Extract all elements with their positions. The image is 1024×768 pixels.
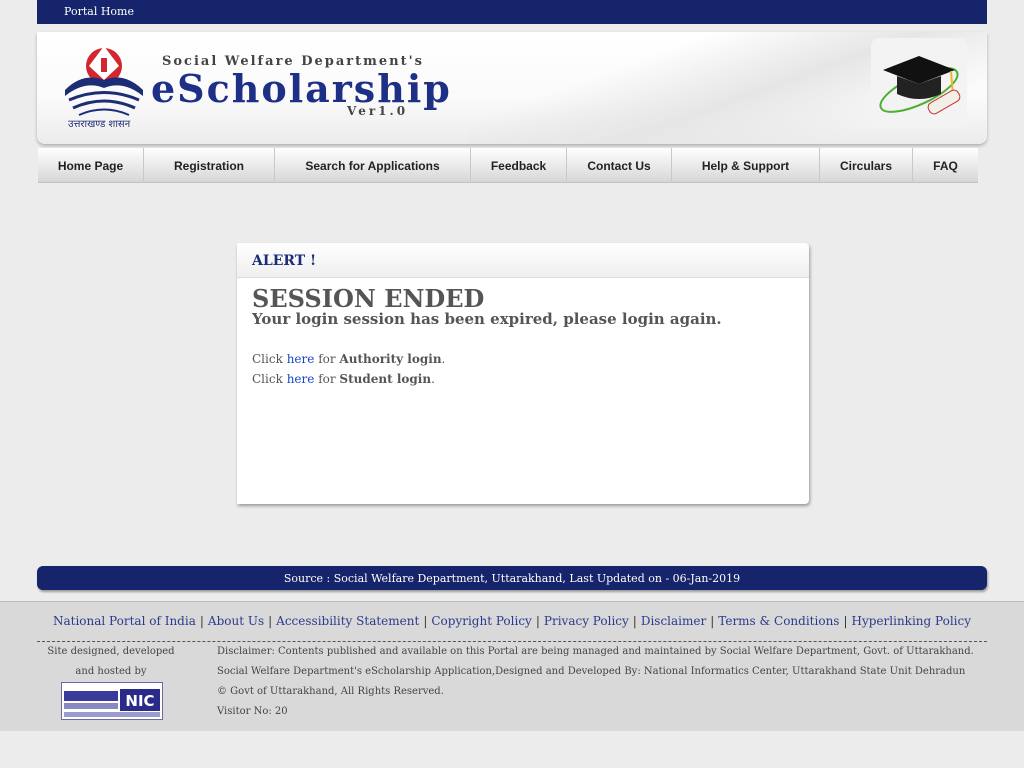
alert-header xyxy=(237,243,809,278)
student-period: . xyxy=(431,372,435,386)
nic-logo-text: NIC xyxy=(125,692,154,710)
footer-link-about-us[interactable]: About Us xyxy=(208,614,264,628)
alert-title: ALERT ! xyxy=(252,253,317,269)
authority-period: . xyxy=(441,352,446,366)
footer-link-terms[interactable]: Terms & Conditions xyxy=(718,614,839,628)
footer-link-copyright[interactable]: Copyright Policy xyxy=(431,614,531,628)
main-nav: Home Page Registration Search for Applic… xyxy=(38,148,978,183)
footer-link-national-portal[interactable]: National Portal of India xyxy=(53,614,196,628)
authority-login-label: Authority login xyxy=(339,352,442,366)
source-text: Source : Social Welfare Department, Utta… xyxy=(283,571,741,585)
portal-home-link[interactable]: Portal Home xyxy=(64,5,134,18)
footer-links: National Portal of India | About Us | Access… xyxy=(0,614,1024,628)
footer-divider xyxy=(37,641,987,642)
footer-separator: | xyxy=(710,614,715,628)
nav-registration[interactable]: Registration xyxy=(144,148,275,183)
footer-separator: | xyxy=(632,614,637,628)
authority-for-text: for xyxy=(318,352,336,366)
designed-by-line1: Site designed, developed xyxy=(47,646,175,657)
disclaimer-text: Disclaimer: Contents published and avail… xyxy=(217,646,974,657)
student-click-text: Click xyxy=(252,372,283,386)
student-login-link[interactable]: here xyxy=(287,372,315,386)
footer-link-accessibility[interactable]: Accessibility Statement xyxy=(276,614,419,628)
nav-faq[interactable]: FAQ xyxy=(913,148,978,183)
visitor-count: Visitor No: 20 xyxy=(217,706,288,717)
source-bar: Source : Social Welfare Department, Utta… xyxy=(37,566,987,590)
student-login-label: Student login xyxy=(339,372,432,386)
nav-contact-us[interactable]: Contact Us xyxy=(567,148,672,183)
footer-link-hyperlinking[interactable]: Hyperlinking Policy xyxy=(852,614,972,628)
student-for-text: for xyxy=(318,372,336,386)
footer-separator: | xyxy=(535,614,540,628)
footer-link-disclaimer[interactable]: Disclaimer xyxy=(641,614,706,628)
footer-link-privacy[interactable]: Privacy Policy xyxy=(544,614,629,628)
nic-logo[interactable]: NIC xyxy=(61,682,163,720)
designed-by-line2: and hosted by xyxy=(75,666,147,677)
student-login-line: Click here for Student login. xyxy=(252,372,435,386)
top-bar: Portal Home xyxy=(37,0,987,24)
footer-separator: | xyxy=(843,614,848,628)
nav-search-applications[interactable]: Search for Applications xyxy=(275,148,471,183)
session-expired-message: Your login session has been expired, ple… xyxy=(252,310,722,328)
session-alert-box: ALERT ! SESSION ENDED Your login session… xyxy=(237,243,809,504)
authority-login-link[interactable]: here xyxy=(287,352,315,366)
footer-separator: | xyxy=(423,614,428,628)
header-banner: उत्तराखण्ड शासन Social Welfare Departmen… xyxy=(37,32,987,144)
copyright-text: © Govt of Uttarakhand, All Rights Reserv… xyxy=(217,686,444,697)
version-label: Ver1.0 xyxy=(347,104,409,118)
nav-circulars[interactable]: Circulars xyxy=(820,148,913,183)
nav-home-page[interactable]: Home Page xyxy=(38,148,144,183)
footer-separator: | xyxy=(199,614,204,628)
designed-developed-text: Social Welfare Department's eScholarship… xyxy=(217,666,966,677)
session-ended-heading: SESSION ENDED xyxy=(252,284,485,313)
footer-separator: | xyxy=(268,614,273,628)
nav-help-support[interactable]: Help & Support xyxy=(672,148,820,183)
footer: National Portal of India | About Us | Access… xyxy=(0,601,1024,731)
emblem-label: उत्तराखण्ड शासन xyxy=(68,119,131,130)
graduation-cap-icon xyxy=(871,38,967,128)
authority-login-line: Click here for Authority login. xyxy=(252,352,445,366)
nav-feedback[interactable]: Feedback xyxy=(471,148,567,183)
uttarakhand-emblem-icon xyxy=(65,46,143,116)
authority-click-text: Click xyxy=(252,352,283,366)
